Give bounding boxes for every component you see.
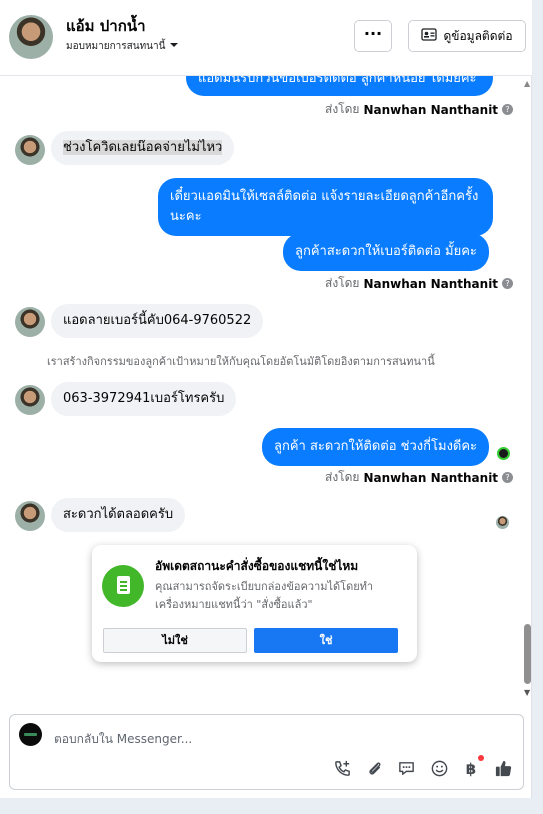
caret-down-icon — [169, 40, 179, 53]
info-icon[interactable]: ? — [502, 104, 514, 115]
scroll-thumb[interactable] — [524, 624, 531, 684]
contact-avatar-small — [15, 135, 45, 165]
view-contact-button[interactable]: ดูข้อมูลติดต่อ — [408, 20, 526, 52]
scroll-up-arrow-icon[interactable]: ▲ — [524, 79, 530, 88]
no-button[interactable]: ไม่ใช่ — [103, 628, 247, 653]
reply-input[interactable]: ตอบกลับใน Messenger... — [54, 730, 192, 749]
assign-conversation-dropdown[interactable]: มอบหมายการสนทนานี้ — [66, 39, 179, 54]
info-icon[interactable]: ? — [502, 278, 514, 289]
message-composer: ตอบกลับใน Messenger... ฿ — [9, 714, 524, 790]
outgoing-message[interactable]: ลูกค้าสะดวกให้เบอร์ติดต่อ มั้ยคะ — [283, 233, 489, 271]
view-contact-label: ดูข้อมูลติดต่อ — [443, 28, 513, 43]
paperclip-icon[interactable] — [364, 759, 384, 779]
chat-bubbles-icon[interactable] — [396, 759, 416, 779]
outgoing-message[interactable]: เดี๋ยวแอดมินให้เซลล์ติดต่อ แจ้งรายละเอีย… — [158, 178, 493, 236]
outgoing-message[interactable]: ลูกค้า สะดวกให้ติดต่อ ช่วงกี่โมงดีคะ — [262, 428, 490, 466]
more-options-button[interactable]: ··· — [354, 20, 392, 52]
conversation-header: แอ้ม ปากน้ำ มอบหมายการสนทนานี้ ··· ดูข้อ… — [0, 0, 532, 76]
incoming-message[interactable]: ช่วงโควิดเลยน๊อคจ่ายไม่ไหว — [51, 131, 235, 165]
info-icon[interactable]: ? — [502, 472, 514, 483]
thumbs-up-icon[interactable] — [493, 759, 513, 779]
seen-indicator — [497, 447, 510, 460]
contact-avatar-small — [15, 385, 45, 415]
baht-icon[interactable]: ฿ — [461, 759, 481, 779]
contact-avatar-small — [15, 307, 45, 337]
scroll-down-arrow-icon[interactable]: ▼ — [524, 688, 530, 697]
contact-name[interactable]: แอ้ม ปากน้ำ — [66, 14, 146, 38]
prompt-title: อัพเดตสถานะคำสั่งซื้อของแชทนี้ใช่ไหม — [155, 559, 359, 573]
emoji-icon[interactable] — [429, 759, 449, 779]
order-receipt-icon — [102, 565, 144, 607]
assign-label: มอบหมายการสนทนานี้ — [66, 41, 166, 52]
seen-avatar — [496, 516, 509, 529]
incoming-message[interactable]: แอดลายเบอร์นี้คับ064-9760522 — [51, 304, 264, 338]
conversation-panel: แอ้ม ปากน้ำ มอบหมายการสนทนานี้ ··· ดูข้อ… — [0, 0, 532, 798]
sent-by-label: ส่งโดย Nanwhan Nanthanit? — [325, 274, 514, 293]
incoming-message[interactable]: 063-3972941เบอร์โทรครับ — [51, 382, 237, 416]
notification-dot — [478, 755, 484, 761]
phone-plus-icon[interactable] — [332, 759, 352, 779]
page-logo — [19, 723, 42, 746]
prompt-description: คุณสามารถจัดระเบียบกล่องข้อความได้โดยทำเ… — [155, 580, 374, 611]
outgoing-message[interactable]: แอดมินรบกวนขอเบอร์ติดต่อ ลูกค้าหน่อย ได้… — [186, 76, 493, 96]
yes-button[interactable]: ใช่ — [254, 628, 398, 653]
sent-by-label: ส่งโดย Nanwhan Nanthanit? — [325, 468, 514, 487]
contact-avatar-small — [15, 501, 45, 531]
sent-by-label: ส่งโดย Nanwhan Nanthanit? — [325, 100, 514, 119]
contact-avatar[interactable] — [9, 15, 53, 59]
contact-card-icon — [421, 28, 438, 44]
scrollbar[interactable]: ▲ ▼ — [523, 76, 532, 700]
order-status-prompt: อัพเดตสถานะคำสั่งซื้อของแชทนี้ใช่ไหม คุณ… — [92, 545, 417, 662]
incoming-message[interactable]: สะดวกได้ตลอดครับ — [51, 498, 186, 532]
system-notice: เราสร้างกิจกรรมของลูกค้าเป้าหมายให้กับคุ… — [47, 355, 435, 368]
